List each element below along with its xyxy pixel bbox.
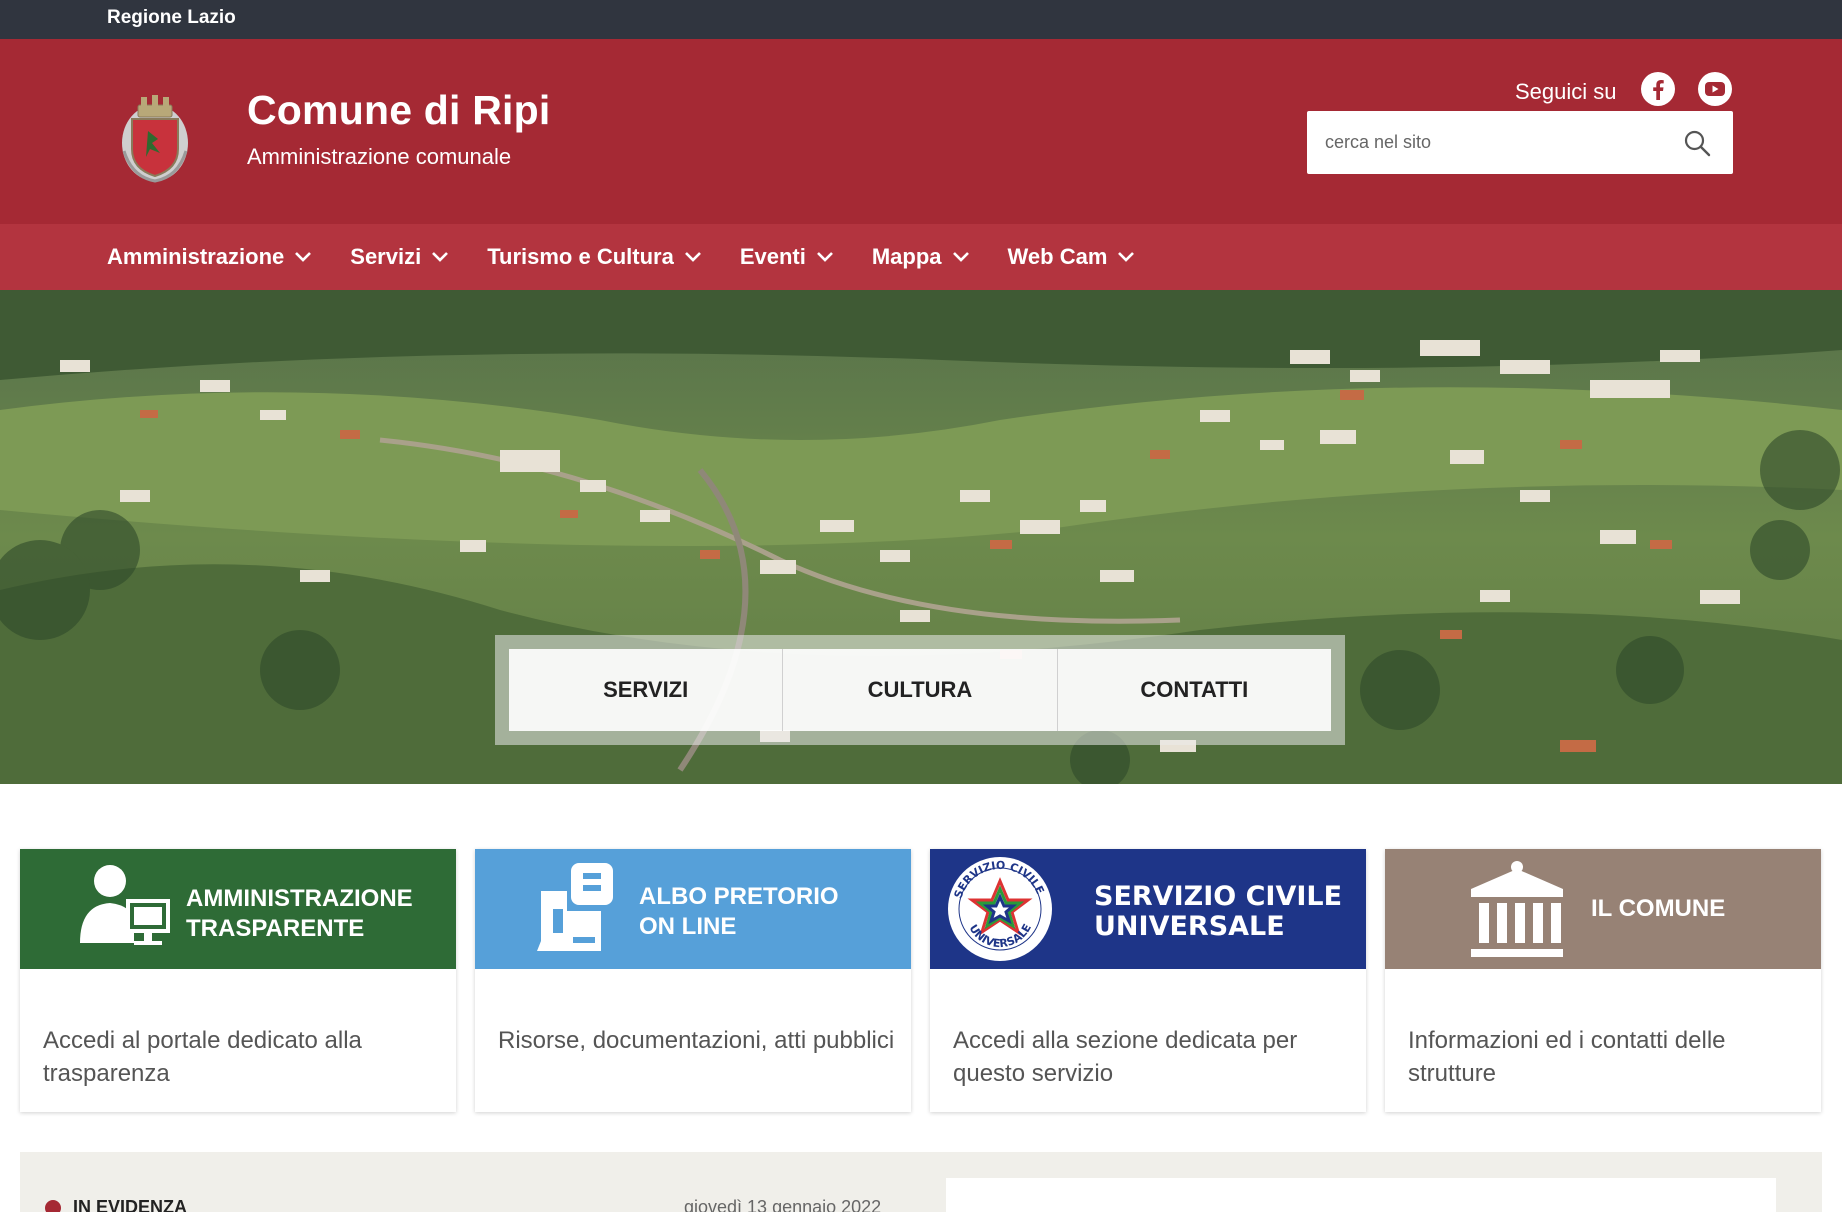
site-header: Comune di Ripi Amministrazione comunale … (0, 39, 1842, 224)
quick-link-cultura[interactable]: CULTURA (783, 649, 1058, 731)
nav-item-label: Web Cam (1007, 244, 1108, 269)
card-servizio-civile[interactable]: SERVIZIO CIVILE UNIVERSALE SERVIZIO CIVI… (930, 849, 1366, 1112)
chevron-down-icon (432, 252, 449, 262)
nav-item-label: Mappa (871, 244, 942, 269)
card-banner: SERVIZIO CIVILE UNIVERSALE SERVIZIO CIVI… (930, 849, 1366, 969)
card-title: ALBO PRETORIO ON LINE (639, 882, 839, 942)
card-title-line: ON LINE (639, 913, 737, 940)
hero-banner: SERVIZI CULTURA CONTATTI (0, 290, 1842, 784)
quick-link-servizi[interactable]: SERVIZI (509, 649, 784, 731)
card-title: AMMINISTRAZIONE TRASPARENTE (186, 884, 413, 944)
nav-item-servizi[interactable]: Servizi (350, 244, 449, 270)
user-computer-icon (80, 865, 170, 945)
evidenza-date: giovedì 13 gennaio 2022 (684, 1197, 882, 1212)
chevron-down-icon (295, 252, 312, 262)
top-bar: Regione Lazio (0, 0, 1842, 39)
quick-link-contatti[interactable]: CONTATTI (1058, 649, 1331, 731)
nav-item-label: Eventi (739, 244, 806, 269)
card-title-line: AMMINISTRAZIONE (186, 885, 413, 912)
card-description: Accedi al portale dedicato alla traspare… (43, 1027, 362, 1087)
chevron-down-icon (684, 252, 701, 262)
card-banner: ALBO PRETORIO ON LINE (475, 849, 911, 969)
card-title-line: TRASPARENTE (186, 915, 365, 942)
card-title: IL COMUNE (1591, 894, 1725, 924)
card-amministrazione-trasparente[interactable]: AMMINISTRAZIONE TRASPARENTE Accedi al por… (20, 849, 456, 1112)
nav-item-label: Servizi (350, 244, 422, 269)
nav-item-amministrazione[interactable]: Amministrazione (107, 244, 312, 270)
card-title-line: ALBO PRETORIO (639, 883, 839, 910)
card-description: Informazioni ed i contatti delle struttu… (1408, 1027, 1726, 1087)
chevron-down-icon (1118, 252, 1135, 262)
section-marker-dot (45, 1200, 61, 1212)
feature-cards: AMMINISTRAZIONE TRASPARENTE Accedi al por… (20, 849, 1822, 1112)
card-description: Accedi alla sezione dedicata per questo … (953, 1027, 1298, 1087)
side-panel (946, 1178, 1776, 1212)
quick-links-panel: SERVIZI CULTURA CONTATTI (495, 635, 1345, 745)
servizio-civile-logo: SERVIZIO CIVILE UNIVERSALE (948, 857, 1052, 961)
card-title-line: SERVIZIO CIVILE (1094, 881, 1343, 912)
card-title-line: IL COMUNE (1591, 895, 1726, 922)
card-description: Risorse, documentazioni, atti pubblici (498, 1027, 895, 1054)
card-albo-pretorio[interactable]: ALBO PRETORIO ON LINE Risorse, documentaz… (475, 849, 911, 1112)
town-hall-icon (1471, 861, 1563, 957)
notice-board-icon (537, 863, 613, 951)
card-banner: IL COMUNE (1385, 849, 1821, 969)
evidenza-label: IN EVIDENZA (73, 1197, 188, 1212)
card-il-comune[interactable]: IL COMUNE Informazioni ed i contatti del… (1385, 849, 1821, 1112)
follow-label: Seguici su (1515, 79, 1617, 104)
nav-item-label: Amministrazione (107, 244, 285, 269)
search-input[interactable] (1325, 125, 1665, 159)
main-nav: Amministrazione Servizi Turismo e Cultur… (0, 224, 1842, 290)
site-subtitle: Amministrazione comunale (247, 144, 512, 169)
crest-logo[interactable] (120, 91, 190, 183)
facebook-icon[interactable] (1641, 72, 1675, 106)
region-link[interactable]: Regione Lazio (107, 7, 236, 29)
nav-item-mappa[interactable]: Mappa (872, 244, 970, 270)
nav-item-webcam[interactable]: Web Cam (1008, 244, 1136, 270)
card-title: SERVIZIO CIVILE UNIVERSALE (1094, 882, 1342, 942)
nav-item-turismo-cultura[interactable]: Turismo e Cultura (487, 244, 702, 270)
youtube-icon[interactable] (1698, 72, 1732, 106)
nav-item-eventi[interactable]: Eventi (740, 244, 834, 270)
chevron-down-icon (952, 252, 969, 262)
site-title[interactable]: Comune di Ripi (247, 87, 550, 134)
search-box (1307, 111, 1733, 174)
card-title-line: UNIVERSALE (1094, 911, 1285, 942)
chevron-down-icon (816, 252, 833, 262)
search-icon[interactable] (1683, 129, 1711, 157)
card-banner: AMMINISTRAZIONE TRASPARENTE (20, 849, 456, 969)
nav-item-label: Turismo e Cultura (487, 244, 674, 269)
